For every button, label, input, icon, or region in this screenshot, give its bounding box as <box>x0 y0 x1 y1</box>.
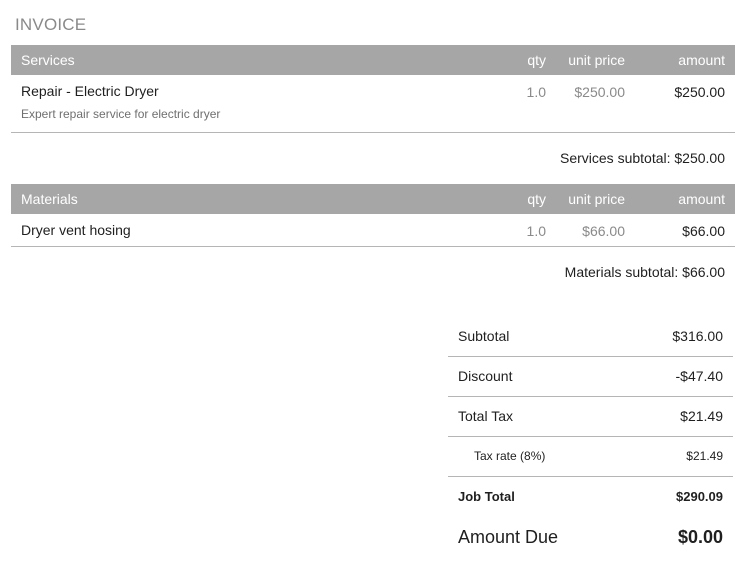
amount-due-label: Amount Due <box>458 527 559 547</box>
material-item-amount: $66.00 <box>682 223 725 239</box>
services-header-label: Services <box>21 52 75 68</box>
discount-value: -$47.40 <box>675 368 723 384</box>
total-tax-value: $21.49 <box>680 408 723 424</box>
total-tax-label: Total Tax <box>458 408 513 424</box>
materials-header-qty: qty <box>527 191 546 207</box>
tax-rate-label: Tax rate (8%) <box>474 449 546 463</box>
subtotal-value: $316.00 <box>672 328 723 344</box>
materials-subtotal: Materials subtotal: $66.00 <box>564 264 725 280</box>
services-header-unit-price: unit price <box>568 52 625 68</box>
services-header-qty: qty <box>527 52 546 68</box>
service-item-name: Repair - Electric Dryer <box>21 83 159 99</box>
subtotal-row: Subtotal $316.00 <box>448 317 733 357</box>
material-item-qty: 1.0 <box>526 223 546 239</box>
materials-header-amount: amount <box>678 191 725 207</box>
amount-due-row: Amount Due $0.00 <box>448 516 733 560</box>
tax-rate-value: $21.49 <box>686 449 723 463</box>
job-total-row: Job Total $290.09 <box>448 477 733 516</box>
materials-header-label: Materials <box>21 191 78 207</box>
material-item-unit-price: $66.00 <box>582 223 625 239</box>
material-item-name: Dryer vent hosing <box>21 222 131 238</box>
job-total-value: $290.09 <box>676 489 723 504</box>
material-line-item: Dryer vent hosing 1.0 $66.00 $66.00 <box>11 214 735 247</box>
services-header: Services qty unit price amount <box>11 45 735 75</box>
services-section: Services qty unit price amount Repair - … <box>11 45 735 133</box>
service-line-item: Repair - Electric Dryer Expert repair se… <box>11 75 735 133</box>
totals-table: Subtotal $316.00 Discount -$47.40 Total … <box>448 317 733 560</box>
discount-label: Discount <box>458 368 513 384</box>
total-tax-row: Total Tax $21.49 <box>448 397 733 437</box>
subtotal-label: Subtotal <box>458 328 510 344</box>
job-total-label: Job Total <box>458 489 515 504</box>
invoice-title: INVOICE <box>15 15 87 34</box>
services-header-amount: amount <box>678 52 725 68</box>
materials-section: Materials qty unit price amount Dryer ve… <box>11 184 735 247</box>
tax-rate-row: Tax rate (8%) $21.49 <box>448 437 733 477</box>
discount-row: Discount -$47.40 <box>448 357 733 397</box>
materials-header-unit-price: unit price <box>568 191 625 207</box>
materials-header: Materials qty unit price amount <box>11 184 735 214</box>
service-item-unit-price: $250.00 <box>574 84 625 100</box>
service-item-qty: 1.0 <box>526 84 546 100</box>
service-item-description: Expert repair service for electric dryer <box>21 107 221 121</box>
service-item-amount: $250.00 <box>674 84 725 100</box>
amount-due-value: $0.00 <box>677 527 723 547</box>
services-subtotal: Services subtotal: $250.00 <box>560 150 725 166</box>
